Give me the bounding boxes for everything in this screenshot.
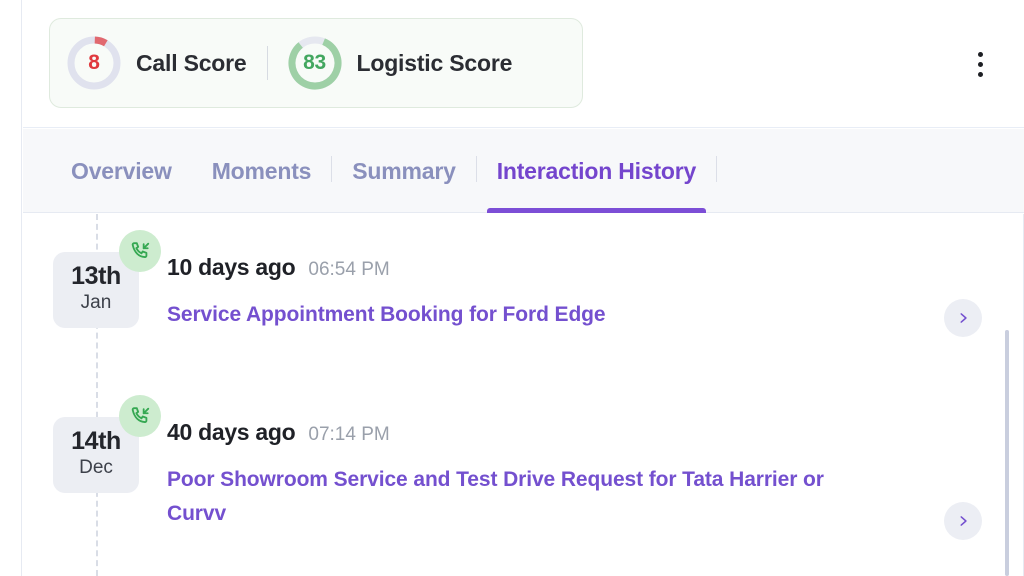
tab-interaction-history[interactable]: Interaction History [477, 129, 716, 213]
entry-date-day: 13th [71, 262, 121, 291]
kebab-menu-icon[interactable] [966, 44, 994, 84]
tab-bar: Overview Moments Summary Interaction His… [23, 129, 1024, 213]
left-rail [0, 0, 22, 576]
tab-summary[interactable]: Summary [332, 129, 475, 213]
incoming-call-icon [119, 230, 161, 272]
entry-meta: 40 days ago 07:14 PM [167, 419, 1024, 446]
entry-body: 40 days ago 07:14 PM Poor Showroom Servi… [167, 417, 1024, 531]
timeline-entry: 13th Jan 10 days ago 06:54 PM Service Ap… [23, 230, 1024, 332]
logistic-score-ring: 83 [287, 35, 343, 91]
kebab-dot [977, 71, 983, 77]
tab-label: Summary [352, 157, 456, 184]
tab-separator [716, 155, 718, 182]
call-score-group: 8 Call Score [50, 19, 247, 107]
kebab-dot [977, 61, 983, 67]
entry-meta: 10 days ago 06:54 PM [167, 254, 1024, 281]
tab-label: Interaction History [496, 157, 697, 184]
score-summary-card: 8 Call Score 83 Logistic Score [49, 18, 583, 108]
timeline-entry: 14th Dec 40 days ago 07:14 PM Poor Showr… [23, 395, 1024, 531]
tab-label: Overview [71, 157, 172, 184]
entry-title-link[interactable]: Service Appointment Booking for Ford Edg… [167, 298, 887, 332]
chevron-right-icon [960, 313, 967, 323]
incoming-call-icon [119, 395, 161, 437]
call-score-value: 8 [88, 51, 100, 74]
kebab-dot [977, 51, 983, 57]
call-score-ring: 8 [66, 35, 122, 91]
call-score-label: Call Score [136, 49, 247, 76]
entry-date-chip: 13th Jan [53, 230, 161, 328]
scrollbar-thumb[interactable] [1005, 330, 1009, 576]
interaction-timeline: 13th Jan 10 days ago 06:54 PM Service Ap… [23, 214, 1024, 576]
entry-date-month: Dec [79, 457, 113, 479]
entry-clock-time: 07:14 PM [308, 424, 390, 445]
tab-overview[interactable]: Overview [47, 129, 192, 213]
vertical-scrollbar[interactable] [1005, 330, 1009, 576]
logistic-score-group: 83 Logistic Score [287, 19, 513, 107]
entry-title-link[interactable]: Poor Showroom Service and Test Drive Req… [167, 463, 887, 531]
entry-clock-time: 06:54 PM [308, 259, 390, 280]
logistic-score-label: Logistic Score [356, 49, 513, 76]
tab-label: Moments [211, 157, 312, 184]
entry-open-button[interactable] [944, 299, 982, 337]
entry-date-chip: 14th Dec [53, 395, 161, 493]
entry-open-button[interactable] [944, 502, 982, 540]
entry-date-month: Jan [80, 292, 112, 314]
entry-date-day: 14th [71, 427, 121, 456]
score-header: 8 Call Score 83 Logistic Score [23, 0, 1024, 128]
entry-relative-time: 10 days ago [167, 254, 296, 280]
entry-body: 10 days ago 06:54 PM Service Appointment… [167, 252, 1024, 332]
score-divider [266, 46, 268, 80]
interaction-history-screen: 8 Call Score 83 Logistic Score Overview … [0, 0, 1024, 576]
chevron-right-icon [960, 516, 967, 526]
logistic-score-value: 83 [303, 51, 326, 74]
tab-moments[interactable]: Moments [192, 129, 332, 213]
entry-relative-time: 40 days ago [167, 419, 296, 445]
